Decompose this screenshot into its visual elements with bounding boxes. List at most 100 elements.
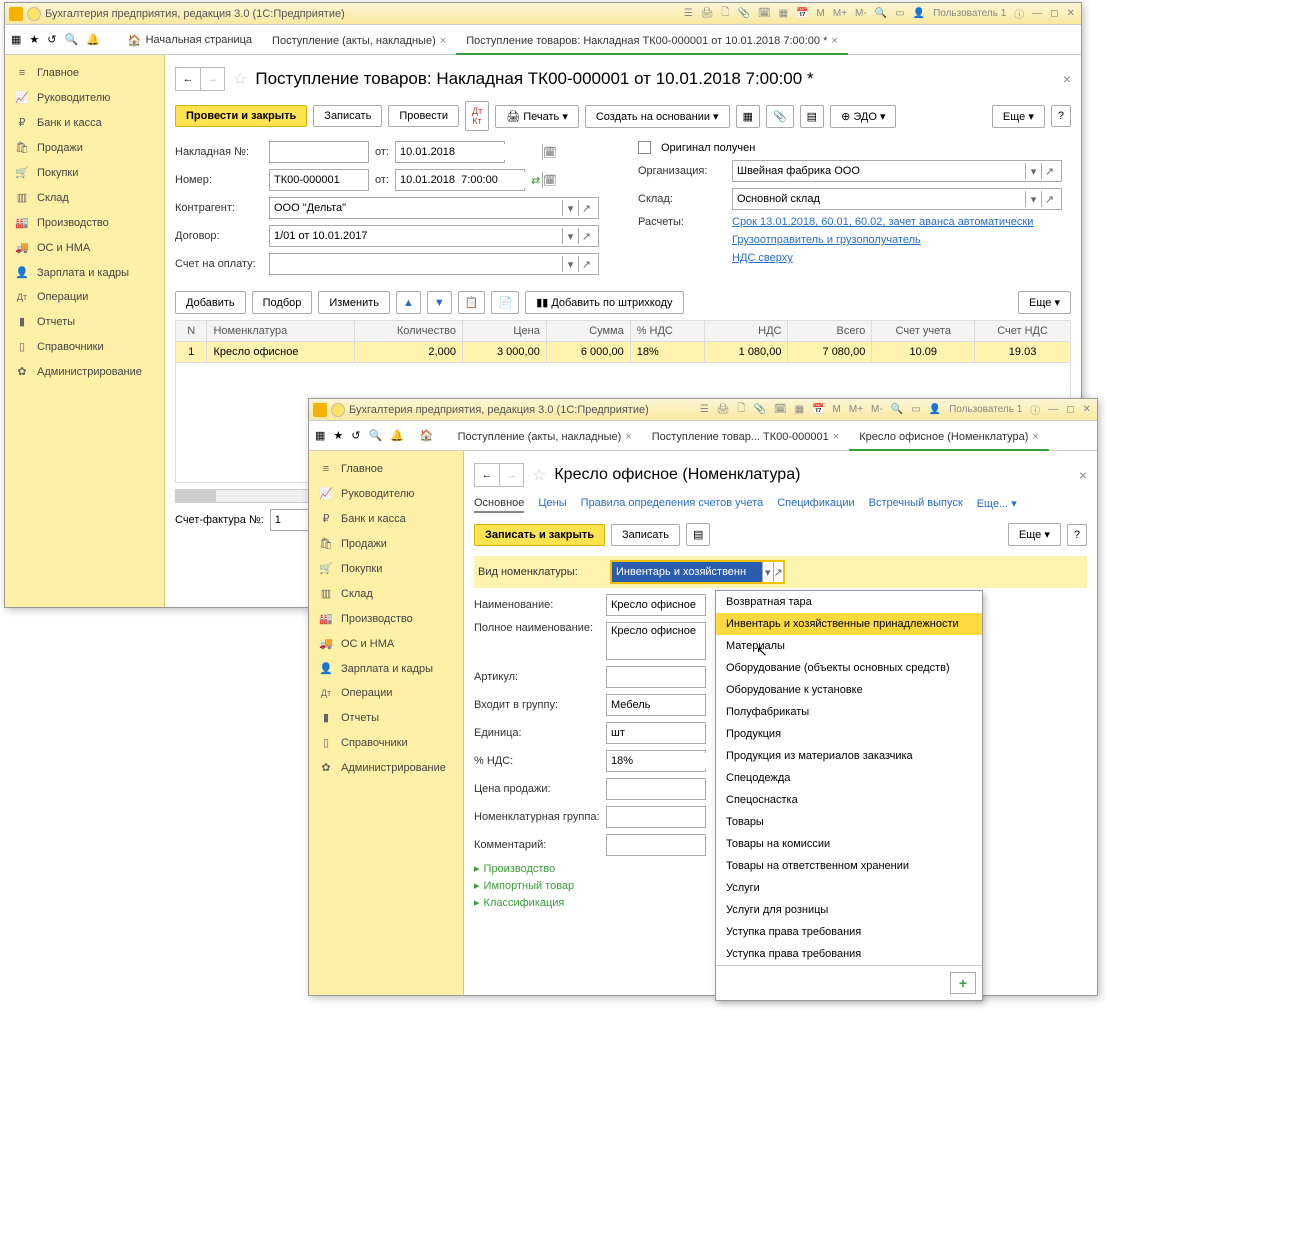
sidebar-item[interactable]: 📈Руководителю: [5, 85, 164, 110]
th-nom[interactable]: Номенклатура: [207, 321, 354, 342]
dropdown-option[interactable]: Продукция из материалов заказчика: [716, 745, 982, 767]
fullname-field[interactable]: [606, 622, 706, 660]
section-tab-specs[interactable]: Спецификации: [777, 497, 854, 513]
tb-mminus[interactable]: M-: [869, 404, 885, 415]
th-qty[interactable]: Количество: [354, 321, 462, 342]
sidebar-item[interactable]: ✿Администрирование: [309, 755, 463, 780]
open-icon[interactable]: ↗: [773, 562, 784, 582]
tb-zoom[interactable]: 🔍: [873, 8, 889, 19]
close-icon[interactable]: ×: [1032, 431, 1038, 443]
tb-mminus[interactable]: M-: [853, 8, 869, 19]
dropdown-option[interactable]: Инвентарь и хозяйственные принадлежности: [716, 613, 982, 635]
section-tab-accounts[interactable]: Правила определения счетов учета: [581, 497, 764, 513]
history-icon[interactable]: ↺: [47, 33, 56, 46]
search-icon[interactable]: 🔍: [65, 33, 79, 46]
dropdown-option[interactable]: Продукция: [716, 723, 982, 745]
home-icon[interactable]: 🏠: [420, 429, 434, 442]
sidebar-item[interactable]: 👤Зарплата и кадры: [5, 260, 164, 285]
name-field[interactable]: [606, 594, 706, 616]
bell-icon[interactable]: 🔔: [390, 429, 404, 442]
th-vat[interactable]: НДС: [704, 321, 788, 342]
dropdown-icon[interactable]: ▾: [1025, 191, 1041, 207]
tb-icon[interactable]: ▦: [777, 8, 790, 19]
dropdown-option[interactable]: Оборудование (объекты основных средств): [716, 657, 982, 679]
close-icon[interactable]: ×: [625, 431, 631, 443]
tb-icon[interactable]: 🗋: [719, 5, 731, 22]
sidebar-item[interactable]: ▥Склад: [5, 185, 164, 210]
tb-icon[interactable]: ☰: [682, 8, 695, 19]
dropdown-icon[interactable]: ▾: [562, 256, 578, 272]
tb-panels[interactable]: ▭: [893, 8, 906, 19]
sidebar-item[interactable]: ▮Отчеты: [5, 309, 164, 334]
contract-field[interactable]: [274, 228, 562, 244]
tb-mplus[interactable]: M+: [831, 8, 849, 19]
cell-vatacc[interactable]: 19.03: [975, 342, 1071, 363]
more-button[interactable]: Еще ▾: [1008, 523, 1061, 546]
sidebar-item[interactable]: 🏭Производство: [5, 210, 164, 235]
tab-nomenclature[interactable]: Кресло офисное (Номенклатура) ×: [849, 425, 1049, 451]
favorite-icon[interactable]: ★: [333, 429, 343, 442]
favorite-icon[interactable]: ★: [29, 33, 39, 46]
nav-forward[interactable]: →: [200, 68, 224, 90]
sidebar-item[interactable]: ДтОперации: [309, 681, 463, 705]
tb-user[interactable]: Пользователь 1: [931, 8, 1008, 19]
favorite-star-icon[interactable]: ☆: [532, 465, 546, 485]
sidebar-item[interactable]: 👤Зарплата и кадры: [309, 656, 463, 681]
tab-home[interactable]: 🏠 Начальная страница: [118, 28, 262, 55]
tb-icon[interactable]: 🖨: [699, 8, 716, 19]
paste-button[interactable]: 📄: [491, 291, 519, 314]
org-field[interactable]: [737, 163, 1025, 179]
more-button[interactable]: Еще ▾: [992, 105, 1045, 128]
tb-min[interactable]: —: [1030, 8, 1044, 19]
tab-receipts[interactable]: Поступление (акты, накладные) ×: [448, 425, 642, 451]
dropdown-option[interactable]: Товары на комиссии: [716, 833, 982, 855]
dropdown-option[interactable]: Уступка права требования: [716, 921, 982, 943]
help-button[interactable]: ?: [1067, 524, 1087, 546]
sidebar-item[interactable]: ≡Главное: [5, 61, 164, 85]
doc-close[interactable]: ×: [1063, 71, 1071, 87]
nav-forward[interactable]: →: [499, 464, 523, 486]
vat-link[interactable]: НДС сверху: [732, 252, 793, 264]
sidebar-item[interactable]: 🛒Покупки: [5, 160, 164, 185]
open-icon[interactable]: ↗: [578, 200, 594, 216]
th-vatacc[interactable]: Счет НДС: [975, 321, 1071, 342]
sidebar-item[interactable]: ▯Справочники: [309, 730, 463, 755]
sidebar-item[interactable]: 📈Руководителю: [309, 481, 463, 506]
date2-field[interactable]: [400, 172, 542, 188]
section-tab-more[interactable]: Еще... ▾: [977, 497, 1017, 513]
cell-qty[interactable]: 2,000: [354, 342, 462, 363]
section-tab-counter[interactable]: Встречный выпуск: [869, 497, 963, 513]
tb-mplus[interactable]: M+: [847, 404, 865, 415]
th-price[interactable]: Цена: [462, 321, 546, 342]
tb-user-icon[interactable]: 👤: [927, 404, 943, 415]
dropdown-option[interactable]: Спецодежда: [716, 767, 982, 789]
th-acc[interactable]: Счет учета: [872, 321, 975, 342]
calendar-icon[interactable]: 🗓: [542, 144, 557, 160]
table-row[interactable]: 1 Кресло офисное 2,000 3 000,00 6 000,00…: [176, 342, 1071, 363]
history-icon[interactable]: ↺: [351, 429, 360, 442]
unit-field[interactable]: [606, 722, 706, 744]
dropdown-icon[interactable]: ▾: [562, 200, 578, 216]
structure-button[interactable]: ▦: [736, 105, 760, 128]
table-pick-button[interactable]: Подбор: [252, 291, 313, 314]
tb-user-icon[interactable]: 👤: [911, 8, 927, 19]
sidebar-item[interactable]: ₽Банк и касса: [5, 110, 164, 135]
tb-icon[interactable]: 🗓: [756, 8, 773, 19]
close-icon[interactable]: ×: [831, 35, 837, 47]
dropdown-option[interactable]: Оборудование к установке: [716, 679, 982, 701]
cell-n[interactable]: 1: [176, 342, 207, 363]
calendar-icon[interactable]: 🗓: [542, 172, 557, 188]
group-field[interactable]: [606, 694, 706, 716]
date1-field[interactable]: [400, 144, 542, 160]
type-dropdown-panel[interactable]: Возвратная тараИнвентарь и хозяйственные…: [715, 590, 983, 1001]
payacc-field[interactable]: [274, 256, 562, 272]
save-button[interactable]: Записать: [611, 524, 680, 546]
open-icon[interactable]: ↗: [578, 228, 594, 244]
cell-total[interactable]: 7 080,00: [788, 342, 872, 363]
sidebar-item[interactable]: ≡Главное: [309, 457, 463, 481]
tb-icon[interactable]: ☰: [698, 404, 711, 415]
dropdown-icon[interactable]: ▾: [562, 228, 578, 244]
help-button[interactable]: ?: [1051, 105, 1071, 127]
tb-user[interactable]: Пользователь 1: [947, 404, 1024, 415]
table-more-button[interactable]: Еще ▾: [1018, 291, 1071, 314]
